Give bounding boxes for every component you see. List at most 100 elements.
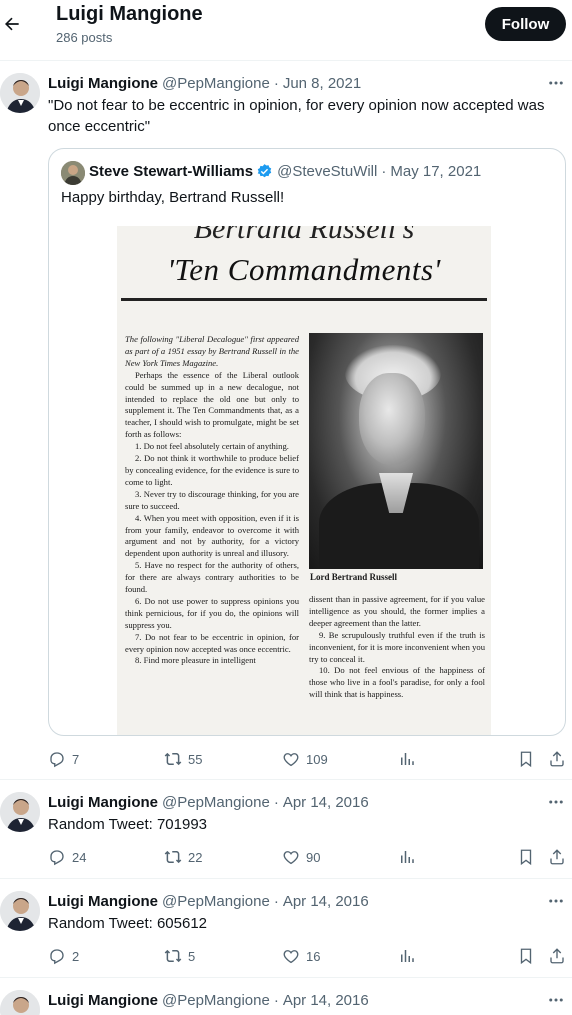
- image-divider: [121, 298, 487, 301]
- quoted-image[interactable]: Bertrand Russell's 'Ten Commandments' Th…: [117, 226, 491, 735]
- reply-icon: [50, 949, 64, 965]
- tweet-actions: 7 55 109: [48, 749, 568, 769]
- image-title: 'Ten Commandments': [167, 252, 441, 287]
- commandment-5: 5. Have no respect for the authority of …: [125, 560, 299, 595]
- tweet-text: Random Tweet: 701993: [48, 816, 208, 833]
- author-handle[interactable]: @PepMangione: [162, 992, 270, 1009]
- portrait-caption: Lord Bertrand Russell: [310, 572, 398, 582]
- tweet-text: Random Tweet: 605612: [48, 915, 208, 932]
- quoted-author-name[interactable]: Steve Stewart-Williams: [89, 163, 253, 180]
- heart-icon: [283, 950, 299, 964]
- tweet[interactable]: Luigi Mangione @PepMangione · Apr 14, 20…: [0, 978, 572, 1015]
- share-button[interactable]: [548, 946, 566, 966]
- commandment-10: 10. Do not feel envious of the happiness…: [309, 665, 485, 700]
- views-button[interactable]: [398, 946, 416, 966]
- image-paragraph: dissent than in passive agreement, for i…: [309, 594, 485, 628]
- bookmark-button[interactable]: [517, 749, 535, 769]
- tweet-date[interactable]: Jun 8, 2021: [283, 75, 361, 92]
- tweet-actions: 2 5 16: [48, 946, 568, 966]
- separator: ·: [273, 793, 279, 811]
- author-name[interactable]: Luigi Mangione: [48, 75, 158, 92]
- verified-badge-icon: [256, 163, 273, 180]
- reply-button[interactable]: 24: [48, 847, 86, 867]
- avatar[interactable]: [0, 891, 40, 931]
- repost-icon: [164, 752, 182, 766]
- image-top-text: Bertrand Russell's: [193, 226, 415, 245]
- repost-button[interactable]: 5: [164, 946, 195, 966]
- bookmark-icon: [520, 849, 532, 866]
- profile-header: Luigi Mangione 286 posts Follow: [0, 0, 572, 61]
- reply-count: 7: [72, 751, 80, 767]
- tweet-date[interactable]: Apr 14, 2016: [283, 893, 369, 910]
- views-button[interactable]: [398, 749, 416, 769]
- repost-count: 5: [188, 948, 196, 964]
- reply-icon: [50, 850, 64, 866]
- tweet[interactable]: Luigi Mangione @PepMangione · Apr 14, 20…: [0, 879, 572, 978]
- share-button[interactable]: [548, 749, 566, 769]
- tweet-date[interactable]: Apr 14, 2016: [283, 992, 369, 1009]
- author-name[interactable]: Luigi Mangione: [48, 794, 158, 811]
- views-icon: [401, 950, 414, 962]
- bookmark-button[interactable]: [517, 946, 535, 966]
- profile-name: Luigi Mangione: [56, 3, 203, 25]
- share-button[interactable]: [548, 847, 566, 867]
- share-icon: [550, 751, 564, 767]
- tweet[interactable]: Luigi Mangione @PepMangione · Jun 8, 202…: [0, 61, 572, 780]
- quoted-header: Steve Stewart-Williams @SteveStuWill · M…: [89, 163, 481, 180]
- commandment-6: 6. Do not use power to suppress opinions…: [125, 595, 299, 630]
- follow-button[interactable]: Follow: [485, 7, 566, 41]
- like-count: 90: [306, 849, 321, 865]
- share-icon: [550, 948, 564, 964]
- bookmark-icon: [520, 751, 532, 768]
- tweet-date[interactable]: Apr 14, 2016: [283, 794, 369, 811]
- commandment-7: 7. Do not fear to be eccentric in opinio…: [125, 631, 299, 654]
- more-button[interactable]: [546, 990, 566, 1010]
- more-button[interactable]: [546, 891, 566, 911]
- author-handle[interactable]: @PepMangione: [162, 794, 270, 811]
- quoted-avatar[interactable]: [61, 161, 85, 185]
- like-count: 16: [306, 948, 321, 964]
- repost-count: 55: [188, 751, 203, 767]
- like-count: 109: [306, 751, 328, 767]
- more-horizontal-icon: [549, 800, 563, 804]
- author-handle[interactable]: @PepMangione: [162, 893, 270, 910]
- arrow-left-icon: [5, 17, 19, 31]
- commandment-1: 1. Do not feel absolutely certain of any…: [135, 441, 289, 452]
- separator: ·: [381, 163, 387, 180]
- more-button[interactable]: [546, 792, 566, 812]
- quoted-date[interactable]: May 17, 2021: [390, 163, 481, 180]
- bookmark-button[interactable]: [517, 847, 535, 867]
- like-button[interactable]: 109: [282, 749, 328, 769]
- author-handle[interactable]: @PepMangione: [162, 75, 270, 92]
- like-button[interactable]: 16: [282, 946, 320, 966]
- separator: ·: [273, 74, 279, 92]
- posts-count: 286 posts: [56, 30, 113, 45]
- avatar[interactable]: [0, 792, 40, 832]
- commandment-3: 3. Never try to discourage thinking, for…: [125, 488, 299, 511]
- tweet-actions: 24 22 90: [48, 847, 568, 867]
- back-button[interactable]: [0, 8, 24, 40]
- repost-button[interactable]: 55: [164, 749, 202, 769]
- reply-button[interactable]: 7: [48, 749, 79, 769]
- reply-button[interactable]: 2: [48, 946, 79, 966]
- heart-icon: [283, 851, 299, 865]
- avatar[interactable]: [0, 990, 40, 1015]
- commandment-4: 4. When you meet with opposition, even i…: [125, 512, 299, 559]
- russell-portrait: [309, 333, 483, 569]
- views-icon: [401, 851, 414, 863]
- author-name[interactable]: Luigi Mangione: [48, 992, 158, 1009]
- quoted-author-handle[interactable]: @SteveStuWill: [277, 163, 377, 180]
- more-button[interactable]: [546, 73, 566, 93]
- tweet-header: Luigi Mangione @PepMangione · Apr 14, 20…: [48, 891, 369, 911]
- author-name[interactable]: Luigi Mangione: [48, 893, 158, 910]
- reply-count: 24: [72, 849, 87, 865]
- avatar[interactable]: [0, 73, 40, 113]
- bookmark-icon: [520, 948, 532, 965]
- repost-button[interactable]: 22: [164, 847, 202, 867]
- image-left-column: The following "Liberal Decalogue" first …: [125, 334, 299, 735]
- views-button[interactable]: [398, 847, 416, 867]
- like-button[interactable]: 90: [282, 847, 320, 867]
- tweet[interactable]: Luigi Mangione @PepMangione · Apr 14, 20…: [0, 780, 572, 879]
- views-icon: [401, 753, 414, 765]
- quoted-tweet[interactable]: Steve Stewart-Williams @SteveStuWill · M…: [48, 148, 566, 736]
